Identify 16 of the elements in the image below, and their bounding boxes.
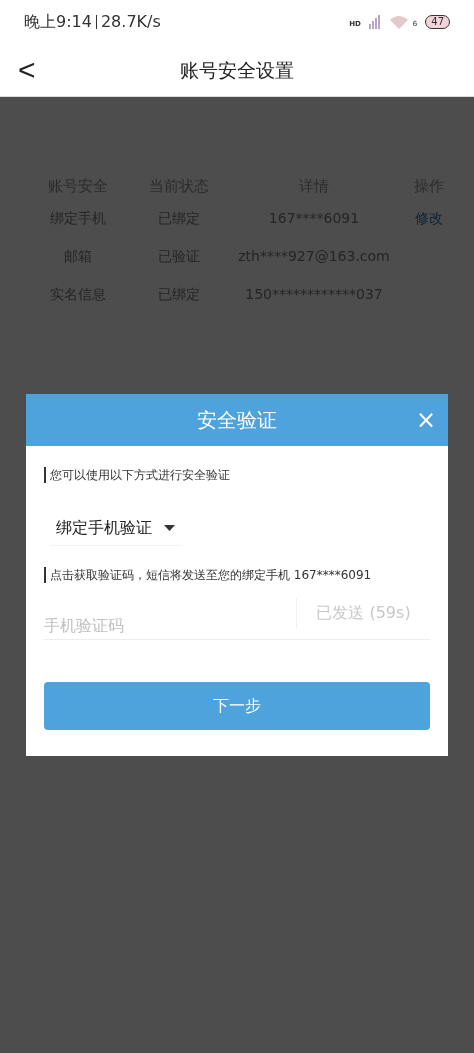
caret-icon: [164, 524, 175, 531]
network-speed: 28.7K/s: [100, 11, 161, 33]
wifi-icon: [388, 15, 409, 29]
sms-hint-text: 点击获取验证码，短信将发送至您的绑定手机 167****6091: [50, 567, 372, 584]
close-button[interactable]: ×: [415, 408, 436, 432]
next-button[interactable]: 下一步: [44, 682, 430, 730]
hint-text: 您可以使用以下方式进行安全验证: [50, 467, 230, 484]
dialog-title: 安全验证: [197, 407, 277, 434]
signal-icon: [368, 15, 381, 29]
page-title: 账号安全设置: [180, 58, 294, 81]
battery-indicator: 47: [425, 15, 450, 29]
method-dropdown[interactable]: 绑定手机验证: [50, 510, 181, 546]
status-time: 晚上9:14: [24, 11, 92, 33]
code-input-field[interactable]: 手机验证码: [44, 598, 296, 640]
edit-link[interactable]: 修改: [415, 209, 443, 226]
back-button[interactable]: <: [18, 55, 36, 85]
